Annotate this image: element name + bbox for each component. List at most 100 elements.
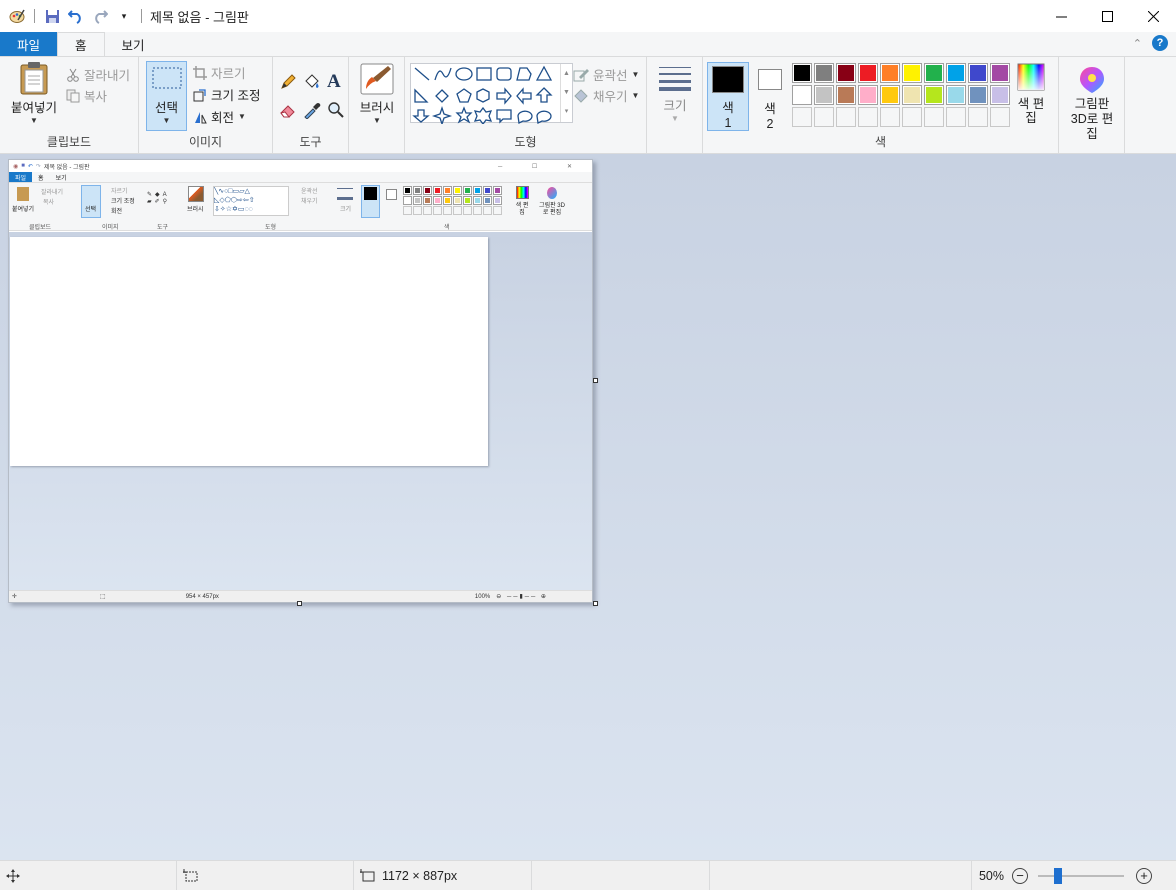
palette-swatch-empty[interactable] [463, 206, 472, 215]
shapes-gallery-scroll[interactable]: ▲ ▼ ▾ [560, 64, 572, 122]
resize-button[interactable]: 크기 조정 [193, 85, 260, 104]
zoom-out-icon[interactable]: − [1012, 867, 1028, 884]
palette-swatch-empty[interactable] [814, 107, 834, 127]
paint-app-icon[interactable] [8, 7, 26, 25]
palette-swatch[interactable] [423, 196, 432, 205]
palette-swatch[interactable] [483, 196, 492, 205]
palette-swatch-empty[interactable] [483, 206, 492, 215]
palette-swatch-empty[interactable] [836, 107, 856, 127]
zoom-slider[interactable] [1038, 867, 1124, 884]
canvas[interactable]: ◉ ■ ↶ ↷ 제목 없음 - 그림판 ─ ☐ ✕ 파일 홈 보기 붙여넣기 잘… [8, 159, 593, 603]
canvas-workspace[interactable]: ◉ ■ ↶ ↷ 제목 없음 - 그림판 ─ ☐ ✕ 파일 홈 보기 붙여넣기 잘… [0, 154, 1176, 860]
palette-swatch[interactable] [990, 63, 1010, 83]
palette-swatch-empty[interactable] [946, 107, 966, 127]
copy-button[interactable]: 복사 [66, 86, 107, 105]
rotate-button[interactable]: 회전 ▼ [193, 107, 246, 126]
palette-swatch-empty[interactable] [453, 206, 462, 215]
fill-button[interactable]: 채우기 ▼ [573, 86, 639, 105]
palette-swatch[interactable] [946, 63, 966, 83]
pencil-tool[interactable] [279, 73, 297, 91]
text-tool[interactable]: A [327, 71, 341, 93]
palette-swatch[interactable] [836, 85, 856, 105]
palette-swatch[interactable] [858, 63, 878, 83]
palette-swatch[interactable] [792, 63, 812, 83]
tab-view[interactable]: 보기 [105, 32, 162, 56]
paste-button[interactable]: 붙여넣기 ▼ [8, 61, 60, 125]
tab-file[interactable]: 파일 [0, 32, 58, 56]
canvas-resize-handle-right[interactable] [593, 378, 598, 383]
canvas-resize-handle-bottom[interactable] [297, 601, 302, 606]
palette-swatch[interactable] [443, 186, 452, 195]
minimize-button[interactable] [1038, 0, 1084, 32]
edit-colors-button[interactable]: 색 편집 [1011, 63, 1051, 125]
palette-swatch-empty[interactable] [968, 107, 988, 127]
palette-swatch[interactable] [924, 63, 944, 83]
palette-swatch[interactable] [463, 196, 472, 205]
collapse-ribbon-icon[interactable]: ⌃ [1133, 37, 1142, 50]
fill-tool[interactable] [303, 73, 321, 91]
palette-swatch[interactable] [924, 85, 944, 105]
save-icon[interactable] [43, 7, 61, 25]
palette-swatch[interactable] [463, 186, 472, 195]
palette-swatch[interactable] [902, 85, 922, 105]
palette-swatch-empty[interactable] [423, 206, 432, 215]
palette-swatch-empty[interactable] [880, 107, 900, 127]
undo-icon[interactable] [67, 7, 85, 25]
size-button[interactable]: 크기 ▼ [655, 65, 695, 123]
palette-swatch[interactable] [443, 196, 452, 205]
palette-swatch[interactable] [880, 85, 900, 105]
palette-swatch-empty[interactable] [443, 206, 452, 215]
palette-swatch[interactable] [483, 186, 492, 195]
color-picker-tool[interactable] [303, 101, 321, 119]
palette-swatch-empty[interactable] [858, 107, 878, 127]
palette-swatch-empty[interactable] [792, 107, 812, 127]
palette-swatch[interactable] [473, 186, 482, 195]
palette-swatch[interactable] [453, 196, 462, 205]
palette-swatch[interactable] [493, 186, 502, 195]
palette-swatch[interactable] [433, 186, 442, 195]
close-button[interactable] [1130, 0, 1176, 32]
palette-swatch[interactable] [814, 85, 834, 105]
palette-swatch-empty[interactable] [413, 206, 422, 215]
zoom-in-icon[interactable]: + [1136, 867, 1152, 884]
palette-swatch[interactable] [880, 63, 900, 83]
palette-swatch-empty[interactable] [473, 206, 482, 215]
brushes-button[interactable]: 브러시 ▼ [355, 63, 399, 125]
canvas-resize-handle-corner[interactable] [593, 601, 598, 606]
magnifier-tool[interactable] [327, 101, 345, 119]
crop-button[interactable]: 자르기 [193, 63, 246, 82]
select-button[interactable]: 선택 ▼ [146, 61, 187, 131]
customize-quick-access-icon[interactable]: ▾ [115, 7, 133, 25]
edit-with-paint3d-button[interactable]: 그림판 3D로 편집 [1063, 65, 1121, 142]
palette-swatch[interactable] [836, 63, 856, 83]
redo-icon[interactable] [91, 7, 109, 25]
palette-swatch[interactable] [493, 196, 502, 205]
palette-swatch[interactable] [433, 196, 442, 205]
outline-button[interactable]: 윤곽선 ▼ [573, 65, 639, 84]
palette-swatch-empty[interactable] [403, 206, 412, 215]
palette-swatch[interactable] [423, 186, 432, 195]
palette-swatch-empty[interactable] [924, 107, 944, 127]
palette-swatch[interactable] [413, 186, 422, 195]
palette-swatch[interactable] [946, 85, 966, 105]
palette-swatch[interactable] [814, 63, 834, 83]
palette-swatch-empty[interactable] [902, 107, 922, 127]
cut-button[interactable]: 잘라내기 [66, 65, 130, 84]
palette-swatch[interactable] [792, 85, 812, 105]
palette-swatch[interactable] [902, 63, 922, 83]
shapes-gallery[interactable]: ▲ ▼ ▾ [410, 63, 573, 124]
help-icon[interactable]: ? [1152, 35, 1168, 51]
palette-swatch[interactable] [858, 85, 878, 105]
palette-swatch[interactable] [473, 196, 482, 205]
palette-swatch[interactable] [968, 63, 988, 83]
eraser-tool[interactable] [279, 101, 297, 119]
palette-swatch-empty[interactable] [990, 107, 1010, 127]
maximize-button[interactable] [1084, 0, 1130, 32]
palette-swatch-empty[interactable] [433, 206, 442, 215]
color1-button[interactable]: 색 1 [707, 62, 749, 131]
tab-home[interactable]: 홈 [57, 32, 105, 56]
palette-swatch[interactable] [403, 196, 412, 205]
palette-swatch[interactable] [453, 186, 462, 195]
palette-swatch[interactable] [990, 85, 1010, 105]
palette-swatch-empty[interactable] [493, 206, 502, 215]
